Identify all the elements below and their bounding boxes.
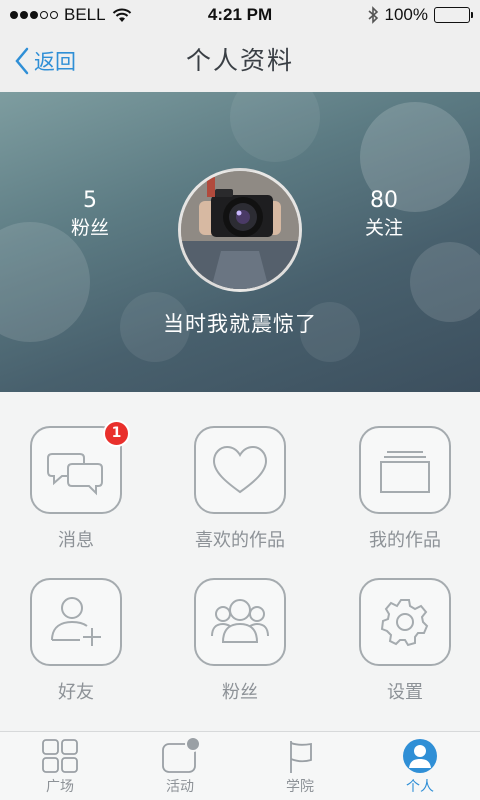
settings-tile <box>359 578 451 666</box>
activity-icon <box>162 738 199 773</box>
bluetooth-icon <box>367 6 378 24</box>
tab-plaza[interactable]: 广场 <box>0 732 120 800</box>
menu-item-my-works[interactable]: 我的作品 <box>329 426 480 576</box>
menu-item-fans[interactable]: 粉丝 <box>164 578 324 728</box>
fans-count: 5 <box>83 188 97 213</box>
menu-label-fans: 粉丝 <box>222 682 258 703</box>
username: 当时我就震惊了 <box>163 312 317 336</box>
battery-icon <box>434 7 473 23</box>
person-icon <box>403 739 437 773</box>
avatar[interactable] <box>178 168 302 292</box>
back-label: 返回 <box>34 50 76 74</box>
follow-count: 80 <box>370 188 398 213</box>
group-icon <box>211 599 269 643</box>
tab-bar: 广场 活动 学院 个人 <box>0 731 480 800</box>
tab-label-activity: 活动 <box>166 779 194 795</box>
fans-stat[interactable]: 5 粉丝 <box>40 188 140 242</box>
fans-tile <box>194 578 286 666</box>
nav-bar: 个人资料 返回 <box>0 30 480 92</box>
add-friend-icon <box>51 597 101 646</box>
wifi-icon <box>112 8 131 22</box>
carrier-name: BELL <box>64 5 106 24</box>
liked-works-tile <box>194 426 286 514</box>
follow-label: 关注 <box>364 217 403 239</box>
my-works-tile <box>359 426 451 514</box>
tab-label-academy: 学院 <box>286 779 314 795</box>
menu-item-liked-works[interactable]: 喜欢的作品 <box>164 426 324 576</box>
signal-dots-icon <box>10 11 58 19</box>
tab-label-profile: 个人 <box>406 779 434 795</box>
menu-label-settings: 设置 <box>387 682 423 703</box>
camera-photo-avatar <box>181 171 299 289</box>
tab-label-plaza: 广场 <box>46 779 74 795</box>
heart-icon <box>212 445 268 494</box>
menu-item-messages[interactable]: 1 消息 <box>0 420 160 576</box>
flag-icon <box>290 741 312 773</box>
chevron-left-icon <box>15 47 29 75</box>
gear-icon <box>380 599 429 647</box>
fans-label: 粉丝 <box>70 217 109 239</box>
back-button[interactable]: 返回 <box>14 40 76 82</box>
status-left: BELL <box>10 5 132 25</box>
menu-item-friends[interactable]: 好友 <box>0 578 160 728</box>
tab-activity[interactable]: 活动 <box>120 732 240 800</box>
grid-icon <box>42 739 78 773</box>
menu-label-my-works: 我的作品 <box>369 530 441 551</box>
menu-label-friends: 好友 <box>58 682 94 703</box>
profile-header: 5 粉丝 80 关注 当时我就震惊了 <box>0 92 480 392</box>
status-bar: BELL 4:21 PM 100% <box>0 0 480 30</box>
menu-label-messages: 消息 <box>58 530 94 551</box>
menu-label-liked-works: 喜欢的作品 <box>195 530 285 551</box>
menu-item-settings[interactable]: 设置 <box>329 578 480 728</box>
battery-percent: 100% <box>384 5 428 24</box>
status-right: 100% <box>367 5 473 25</box>
stacked-cards-icon <box>380 451 430 493</box>
tab-academy[interactable]: 学院 <box>240 732 360 800</box>
follow-stat[interactable]: 80 关注 <box>334 188 434 242</box>
friends-tile <box>30 578 122 666</box>
tab-profile[interactable]: 个人 <box>360 732 480 800</box>
unread-badge: 1 <box>103 420 130 447</box>
